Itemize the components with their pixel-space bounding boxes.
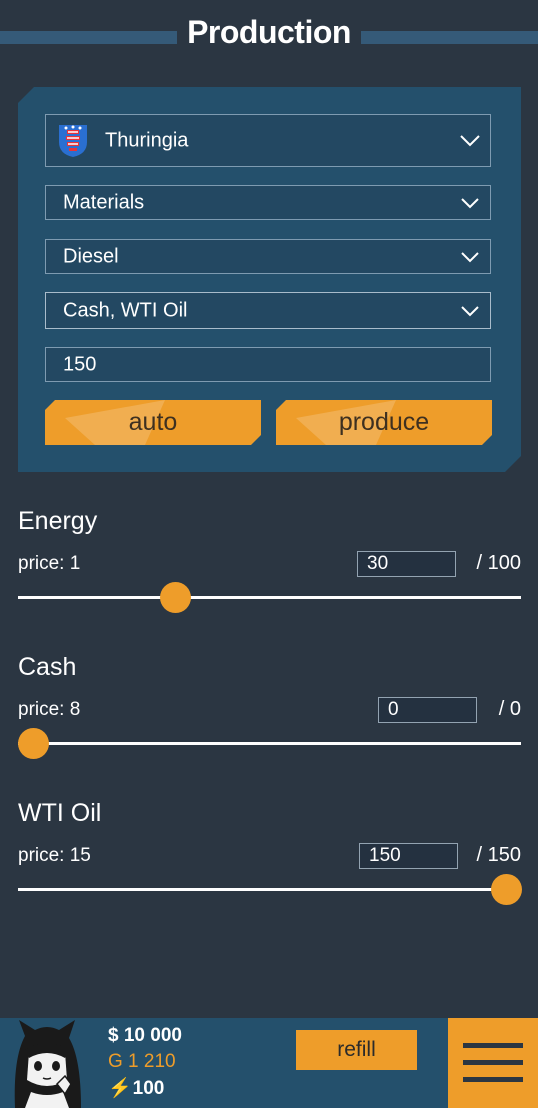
coat-of-arms-icon [58,124,88,158]
gold-balance: G 1 210 [108,1051,176,1072]
bottom-bar: $ 10 000 G 1 210 ⚡100 refill [0,1018,538,1108]
chevron-down-icon [460,135,480,147]
resource-name: WTI Oil [18,799,102,827]
menu-button[interactable] [448,1018,538,1108]
chevron-down-icon [460,197,480,209]
resource-amount-input[interactable]: 150 [359,843,458,869]
avatar[interactable] [5,1018,90,1108]
resource-name: Cash [18,653,77,681]
resource-price: price: 15 [18,845,91,866]
page-title: Production [177,14,361,50]
auto-button-label: auto [128,408,178,436]
resources-label: Cash, WTI Oil [63,299,188,321]
slider-handle[interactable] [491,874,522,905]
quantity-value: 150 [63,353,97,375]
resource-max: / 150 [476,844,521,866]
lightning-icon: ⚡ [108,1078,132,1099]
region-label: Thuringia [105,129,189,151]
slider-track[interactable] [18,888,521,891]
auto-button[interactable]: auto [45,400,261,445]
chevron-down-icon [460,251,480,263]
slider-handle[interactable] [18,728,49,759]
category-label: Materials [63,191,145,213]
header: Production [0,0,538,70]
resource-max: / 0 [498,698,521,720]
energy-balance: ⚡100 [108,1076,164,1100]
resource-amount-input[interactable]: 30 [357,551,456,577]
category-select[interactable]: Materials [45,185,491,220]
slider-handle[interactable] [159,582,191,613]
resource-price: price: 8 [18,699,81,720]
product-label: Diesel [63,245,119,267]
resource-amount-input[interactable]: 0 [378,697,477,723]
resource-name: Energy [18,507,98,535]
resource-price: price: 1 [18,553,81,574]
energy-value: 100 [132,1078,165,1099]
slider-track[interactable] [18,742,521,745]
slider-track[interactable] [18,596,521,599]
resources-select[interactable]: Cash, WTI Oil [45,292,491,329]
product-select[interactable]: Diesel [45,239,491,274]
produce-button[interactable]: produce [276,400,492,445]
production-form: Thuringia Materials Diesel Cash, WTI Oil… [18,87,521,472]
resource-max: / 100 [476,552,521,574]
refill-button[interactable]: refill [296,1030,417,1070]
money-balance: $ 10 000 [108,1025,182,1046]
produce-button-label: produce [338,408,430,436]
region-select[interactable]: Thuringia [45,114,491,167]
quantity-input[interactable]: 150 [45,347,491,382]
chevron-down-icon [460,305,480,317]
hamburger-icon [463,1043,523,1048]
